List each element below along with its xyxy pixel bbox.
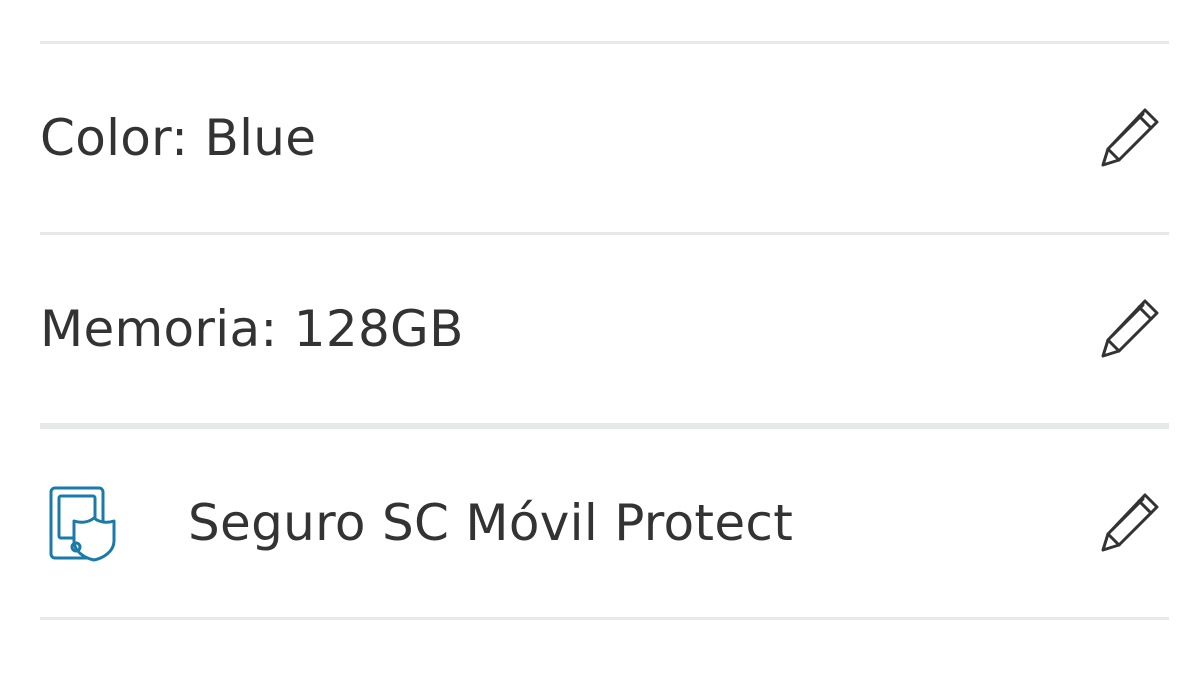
phone-shield-icon [48,485,118,563]
edit-memory-button[interactable] [1099,295,1163,359]
option-insurance-label: Seguro SC Móvil Protect [188,494,794,552]
option-memory-label: Memoria: 128GB [40,300,464,358]
pencil-icon [1101,493,1159,552]
edit-insurance-button[interactable] [1099,489,1163,553]
option-row-color: Color: Blue [40,44,1169,232]
divider [40,617,1169,620]
pencil-icon [1101,299,1159,358]
option-color-label: Color: Blue [40,109,317,167]
pencil-icon [1101,108,1159,167]
product-options-list: Color: Blue Memoria: 128GB Seguro SC Móv… [40,0,1169,689]
option-row-memory: Memoria: 128GB [40,235,1169,423]
edit-color-button[interactable] [1099,104,1163,168]
option-row-insurance: Seguro SC Móvil Protect [40,429,1169,617]
